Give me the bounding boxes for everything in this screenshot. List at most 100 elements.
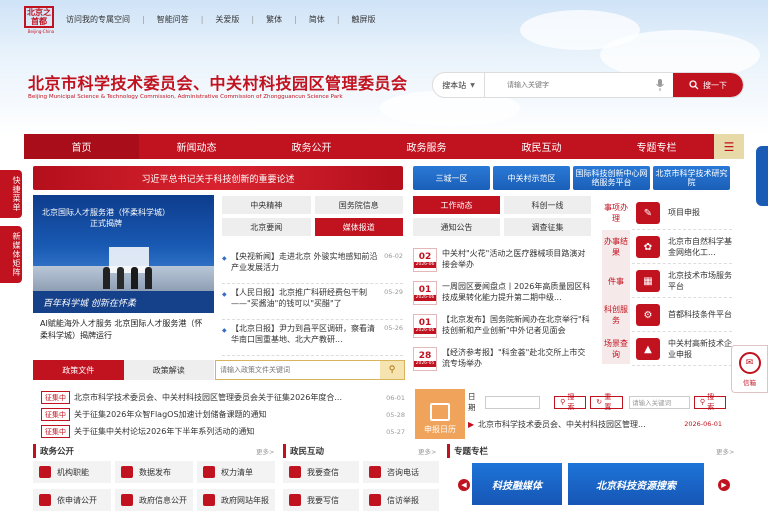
service-item[interactable]: ⚙ 首都科技条件平台 xyxy=(632,298,732,332)
tab-work-news[interactable]: 工作动态 xyxy=(413,196,500,214)
quick-menu-tab[interactable]: 快捷菜单 xyxy=(0,170,22,218)
list-item[interactable]: ◆ 【人民日报】北京推广科研经费包干制——"买酱油"的钱可以"买醋"了 05-29 xyxy=(222,284,403,320)
service-item[interactable]: ✿ 北京市自然科学基金网络化工... xyxy=(632,230,732,264)
interact-item[interactable]: 我要查信 xyxy=(283,461,359,483)
search-scope-select[interactable]: 搜本站 ▼ xyxy=(433,73,485,97)
list-item[interactable]: 01 2026-06 【北京发布】国务院新闻办在北京举行"科技创新和产业创新"中外记… xyxy=(413,314,591,345)
gov-info-grid: 机构职能 数据发布 权力清单 依申请公开 政府信息公开 政府网站年报 xyxy=(33,461,275,511)
nav-gov-info[interactable]: 政务公开 xyxy=(254,134,369,159)
calendar-icon xyxy=(430,403,450,421)
quick-link-platform[interactable]: 国际科技创新中心网络服务平台 xyxy=(573,166,650,190)
service-cat-one-thing[interactable]: 件事 xyxy=(602,264,630,298)
date-badge: 01 2026-06 xyxy=(413,314,437,338)
service-item[interactable]: ✎ 项目申报 xyxy=(632,196,732,230)
write-icon xyxy=(289,494,301,506)
search-button[interactable]: 搜一下 xyxy=(673,73,743,97)
calendar-reset-button[interactable]: ↻ 重置 xyxy=(590,393,624,411)
tab-state-council[interactable]: 国务院信息 xyxy=(314,196,403,214)
quick-link-zgc[interactable]: 中关村示范区 xyxy=(493,166,570,190)
menu-icon[interactable]: ☰ xyxy=(714,134,744,159)
work-text: 【北京发布】国务院新闻办在北京举行"科技创新和产业创新"中外记者见面会 xyxy=(442,315,590,335)
gov-item[interactable]: 数据发布 xyxy=(115,461,193,483)
org-icon xyxy=(39,466,51,478)
gov-item[interactable]: 政府网站年报 xyxy=(197,489,275,511)
photo-band-text: 百年科学城 创新在怀柔 xyxy=(43,299,136,309)
site-logo[interactable]: 北京之首都 Beijing-China xyxy=(24,6,58,36)
interact-item[interactable]: 我要写信 xyxy=(283,489,359,511)
chevron-right-icon[interactable]: ▶ xyxy=(718,479,730,491)
list-item[interactable]: 征集中 关于征集2026年众智FlagOS加速计划储备课题的通知 05-28 xyxy=(33,406,405,423)
tab-survey[interactable]: 调查征集 xyxy=(504,218,591,236)
list-item[interactable]: 征集中 关于征集中关村论坛2026年下半年系列活动的通知 05-27 xyxy=(33,423,405,440)
calendar-search-button[interactable]: ⚲ 搜索 xyxy=(554,393,587,411)
link-simplified[interactable]: 简体 xyxy=(309,14,325,25)
service-cat-matters[interactable]: 事项办理 xyxy=(602,196,630,230)
service-item[interactable]: ▲ 中关村高新技术企业申报 xyxy=(632,332,732,366)
date-ym: 2026-05 xyxy=(414,361,436,367)
list-item[interactable]: 01 2026-06 一周园区要闻盘点丨2026年高质量园区科技成果转化能力提升第二… xyxy=(413,281,591,312)
link-my-space[interactable]: 访问我的专属空间 xyxy=(66,14,130,25)
search-input[interactable] xyxy=(485,73,653,97)
more-link-topic[interactable]: 更多> xyxy=(716,446,734,456)
gov-item[interactable]: 政府信息公开 xyxy=(115,489,193,511)
more-link-gov[interactable]: 更多> xyxy=(256,446,274,456)
news-date: 06-02 xyxy=(384,252,403,260)
list-item[interactable]: 28 2026-05 【经济参考报】"科金荟"赴北交所上市交流专场举办 xyxy=(413,347,591,378)
tab-notices[interactable]: 通知公告 xyxy=(413,218,500,236)
list-item[interactable]: 征集中 北京市科学技术委员会、中关村科技园区管理委员会关于征集2026年度合...… xyxy=(33,389,405,406)
site-search: 搜本站▼ 搜一下 xyxy=(432,72,744,98)
quick-link-academy[interactable]: 北京市科学技术研究院 xyxy=(653,166,730,190)
mailbox-float[interactable]: ✉ 信箱 xyxy=(731,345,768,393)
link-care[interactable]: 关爱版 xyxy=(215,14,239,25)
keyword-search-button[interactable]: ⚲ 搜索 xyxy=(693,393,726,411)
left-side-tabs: 快捷菜单 新媒体矩阵 xyxy=(0,170,24,291)
status-badge: 征集中 xyxy=(41,408,70,421)
tab-policy-files[interactable]: 政策文件 xyxy=(33,360,124,380)
service-cat-results[interactable]: 办事结果 xyxy=(602,230,630,264)
policy-search-input[interactable] xyxy=(216,361,380,379)
headline-photo[interactable]: 北京国际人才服务港（怀柔科学城）正式揭牌 百年科学城 创新在怀柔 xyxy=(33,195,214,313)
work-list: 02 2026-06 中关村"火花"活动之医疗器械项目路演对接会举办 01 2026-… xyxy=(413,248,591,380)
gov-item[interactable]: 机构职能 xyxy=(33,461,111,483)
list-item[interactable]: ◆ 【央视新闻】走进北京 外骏实地感知前沿产业发展活力 06-02 xyxy=(222,248,403,284)
chevron-left-icon[interactable]: ◀ xyxy=(458,479,470,491)
tab-beijing-news[interactable]: 北京要闻 xyxy=(222,218,311,236)
interact-item[interactable]: 信访举报 xyxy=(363,489,439,511)
nav-home[interactable]: 首页 xyxy=(24,134,139,159)
microphone-icon[interactable] xyxy=(653,78,667,92)
nav-gov-service[interactable]: 政务服务 xyxy=(369,134,484,159)
tab-policy-interpretation[interactable]: 政策解读 xyxy=(123,360,214,380)
service-cat-innovation[interactable]: 科创服务 xyxy=(602,298,630,332)
service-item[interactable]: ▦ 北京技术市场服务平台 xyxy=(632,264,732,298)
link-traditional[interactable]: 繁体 xyxy=(266,14,282,25)
nav-news[interactable]: 新闻动态 xyxy=(139,134,254,159)
site-title: 北京市科学技术委员会、中关村科技园区管理委员会 xyxy=(28,74,408,93)
gov-item[interactable]: 权力清单 xyxy=(197,461,275,483)
search-icon[interactable]: ⚲ xyxy=(380,361,404,379)
list-item[interactable]: 02 2026-06 中关村"火花"活动之医疗器械项目路演对接会举办 xyxy=(413,248,591,279)
more-link-interact[interactable]: 更多> xyxy=(418,446,436,456)
link-qa[interactable]: 智能问答 xyxy=(157,14,189,25)
promo-resources[interactable]: 北京科技资源搜索 xyxy=(568,463,704,505)
link-touch[interactable]: 触屏版 xyxy=(352,14,376,25)
list-item[interactable]: ◆ 【北京日报】尹力到昌平区调研，察看清华南口国重基地、北大产教研... 05-26 xyxy=(222,320,403,356)
nav-topics[interactable]: 专题专栏 xyxy=(599,134,714,159)
gov-item[interactable]: 依申请公开 xyxy=(33,489,111,511)
interact-item[interactable]: 咨询电话 xyxy=(363,461,439,483)
declaration-calendar[interactable]: 申报日历 xyxy=(415,389,465,439)
phone-icon xyxy=(369,466,381,478)
tab-central[interactable]: 中央精神 xyxy=(222,196,311,214)
date-input[interactable] xyxy=(485,395,541,409)
quick-link-three-cities[interactable]: 三城一区 xyxy=(413,166,490,190)
keyword-input[interactable]: 请输入关键词 xyxy=(629,395,690,409)
promo-media[interactable]: 科技融媒体 xyxy=(472,463,562,505)
tab-frontline[interactable]: 科创一线 xyxy=(504,196,591,214)
new-media-tab[interactable]: 新媒体矩阵 xyxy=(0,226,22,283)
topic-banner[interactable]: 习近平总书记关于科技创新的重要论述 xyxy=(33,166,403,190)
calendar-item[interactable]: ▶ 北京市科学技术委员会、中关村科技园区管理... 2026-06-01 xyxy=(468,417,722,431)
nav-interaction[interactable]: 政民互动 xyxy=(484,134,599,159)
headline-caption[interactable]: AI赋能海外人才服务 北京国际人才服务港（怀柔科学城）揭牌运行 xyxy=(40,318,210,342)
service-cat-scenes[interactable]: 场景查询 xyxy=(602,332,630,366)
reset-icon: ↻ xyxy=(596,398,603,406)
tab-media[interactable]: 媒体报道 xyxy=(314,218,403,236)
